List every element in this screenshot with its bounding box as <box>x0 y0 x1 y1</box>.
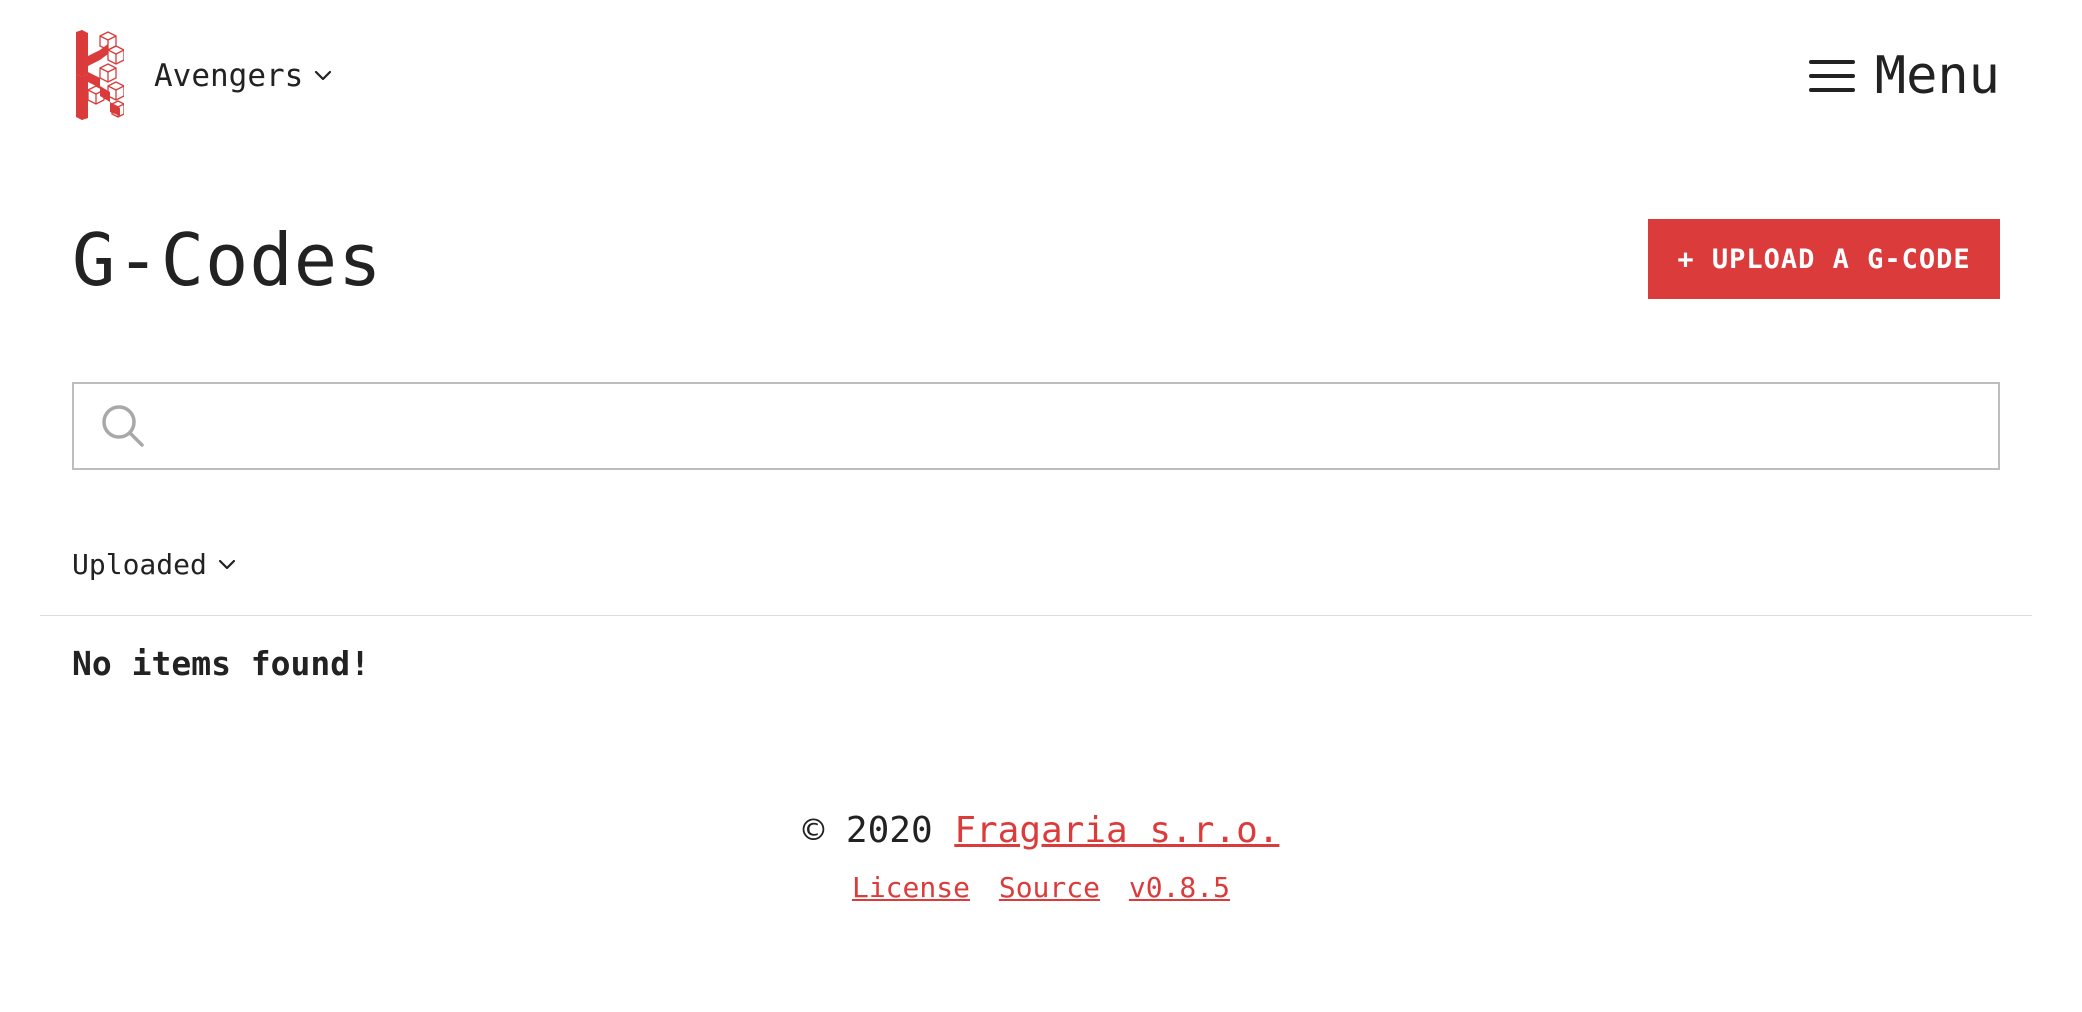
version-link[interactable]: v0.8.5 <box>1129 871 1230 904</box>
license-link[interactable]: License <box>852 871 970 904</box>
upload-gcode-button[interactable]: + UPLOAD A G-CODE <box>1648 219 2000 299</box>
sort-dropdown[interactable]: Uploaded <box>72 548 237 581</box>
search-input[interactable] <box>146 383 1998 469</box>
search-icon <box>102 405 144 447</box>
list-divider <box>40 615 2032 616</box>
logo-icon[interactable] <box>72 30 125 120</box>
source-link[interactable]: Source <box>999 871 1100 904</box>
top-bar: Avengers Menu <box>72 28 2000 122</box>
sort-label: Uploaded <box>72 548 207 581</box>
footer-links: License Source v0.8.5 <box>0 871 2082 904</box>
chevron-down-icon <box>315 70 332 81</box>
search-box <box>72 382 2000 470</box>
footer: © 2020 Fragaria s.r.o. License Source v0… <box>0 810 2082 904</box>
logo-mark <box>76 30 125 120</box>
menu-label: Menu <box>1874 46 2000 106</box>
chevron-down-icon <box>218 559 235 569</box>
company-link[interactable]: Fragaria s.r.o. <box>954 810 1279 851</box>
team-selector[interactable]: Avengers <box>154 58 333 94</box>
team-name: Avengers <box>154 58 304 94</box>
page: Avengers Menu G-Codes + UPLOAD A G-CODE … <box>0 0 2082 1012</box>
menu-button[interactable]: Menu <box>1808 46 2000 106</box>
empty-state-message: No items found! <box>72 644 371 683</box>
copyright-prefix: © 2020 <box>802 810 933 851</box>
page-title: G-Codes <box>72 218 383 302</box>
hamburger-menu-icon <box>1808 60 1855 92</box>
copyright: © 2020 Fragaria s.r.o. <box>0 810 2082 851</box>
